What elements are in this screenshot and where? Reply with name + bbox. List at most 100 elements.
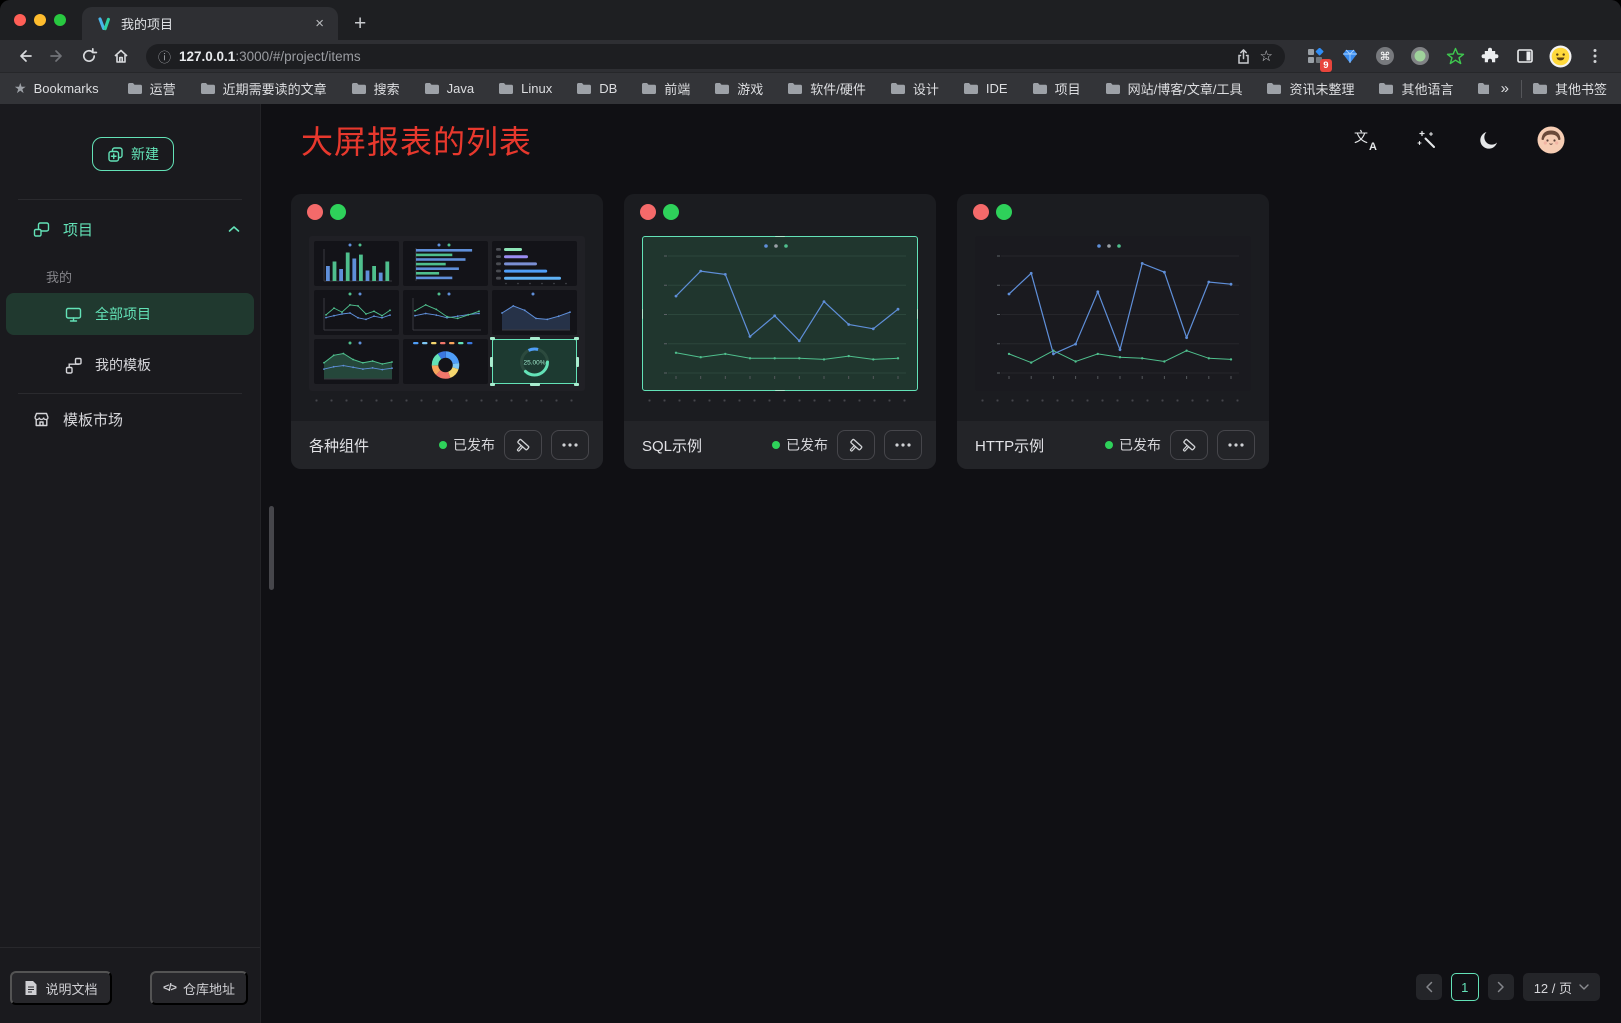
bookmark-folder[interactable]: DB (576, 81, 617, 96)
bookmark-folder[interactable]: Linux (498, 81, 552, 96)
reload-button[interactable] (74, 43, 104, 69)
repo-label: 仓库地址 (183, 979, 235, 998)
magic-wand-icon[interactable] (1413, 126, 1441, 154)
dark-mode-moon-icon[interactable] (1475, 126, 1503, 154)
header-actions: 文A (1351, 126, 1565, 154)
next-page-button[interactable] (1488, 974, 1514, 1000)
bookmark-folder[interactable]: 设计 (890, 79, 939, 98)
forward-button[interactable] (42, 43, 72, 69)
folder-icon (1378, 82, 1394, 95)
recorder-extension-icon[interactable] (1408, 44, 1432, 68)
project-card[interactable]: SQL示例 已发布 (624, 194, 936, 469)
back-button[interactable] (10, 43, 40, 69)
address-bar[interactable]: ⓘ 127.0.0.1:3000/#/project/items ☆ (146, 44, 1285, 69)
profile-avatar-icon[interactable] (1548, 44, 1572, 68)
bookmark-folder[interactable]: 资讯未整理 (1266, 79, 1354, 98)
bookmark-folder[interactable]: 前端 (641, 79, 690, 98)
card-traffic-dots (640, 204, 679, 220)
extensions-puzzle-icon[interactable] (1478, 44, 1502, 68)
edit-project-button[interactable] (837, 430, 875, 460)
bookmark-folder[interactable]: 搜索 (351, 79, 400, 98)
card-footer: SQL示例 已发布 (624, 421, 936, 469)
prev-page-button[interactable] (1416, 974, 1442, 1000)
projects-icon (32, 220, 51, 239)
card-footer: 各种组件 已发布 (291, 421, 603, 469)
project-thumbnail[interactable]: 25.00% (309, 236, 585, 391)
project-thumbnail[interactable] (975, 236, 1251, 391)
folder-icon (424, 82, 440, 95)
bookmark-folder[interactable]: 软件/硬件 (787, 79, 866, 98)
folder-icon (1266, 82, 1282, 95)
command-extension-icon[interactable]: ⌘ (1373, 44, 1397, 68)
sidebar-group-mine: 我的 (46, 265, 72, 287)
macos-minimize-button[interactable] (34, 14, 46, 26)
tab-manager-extension-icon[interactable]: 9 (1303, 44, 1327, 68)
green-star-extension-icon[interactable] (1443, 44, 1467, 68)
copy-plus-icon (107, 146, 124, 163)
browser-tab[interactable]: 我的项目 × (82, 7, 338, 40)
bookmark-folder[interactable]: 其他语言 (1378, 79, 1453, 98)
selection-handle (775, 236, 785, 237)
side-panel-icon[interactable] (1513, 44, 1537, 68)
repo-button[interactable]: </> 仓库地址 (150, 971, 248, 1005)
bookmark-folder[interactable]: Java (424, 81, 474, 96)
bookmark-star-icon[interactable]: ☆ (1260, 47, 1273, 65)
project-title: HTTP示例 (975, 435, 1096, 456)
new-project-button[interactable]: 新建 (92, 137, 174, 171)
folder-icon (787, 82, 803, 95)
bookmark-folder[interactable]: 游戏 (714, 79, 763, 98)
red-dot (640, 204, 656, 220)
green-dot (330, 204, 346, 220)
mini-chart-donut (403, 339, 488, 384)
sidebar-item-all-projects[interactable]: 全部项目 (6, 293, 254, 335)
macos-zoom-button[interactable] (54, 14, 66, 26)
main-content: 大屏报表的列表 文A (261, 104, 1621, 1023)
mini-chart-line (314, 290, 399, 335)
project-card[interactable]: HTTP示例 已发布 (957, 194, 1269, 469)
bookmark-folder[interactable]: 网站/博客/文章/工具 (1105, 79, 1243, 98)
bookmark-folder[interactable]: 运营 (127, 79, 176, 98)
mini-chart-area (492, 290, 577, 335)
bookmark-folder[interactable]: PHP (1477, 81, 1488, 96)
gem-extension-icon[interactable] (1338, 44, 1362, 68)
docs-button[interactable]: 说明文档 (10, 971, 112, 1005)
bookmarks-label: Bookmarks (34, 81, 99, 96)
edit-project-button[interactable] (504, 430, 542, 460)
share-icon[interactable] (1235, 48, 1252, 65)
chevron-up-icon[interactable] (228, 225, 240, 233)
bookmark-folder-label: 项目 (1055, 79, 1081, 98)
chrome-menu-icon[interactable] (1583, 44, 1607, 68)
macos-close-button[interactable] (14, 14, 26, 26)
bookmark-folder[interactable]: 项目 (1032, 79, 1081, 98)
project-card[interactable]: 25.00% 各种组件 已发布 (291, 194, 603, 469)
more-actions-button[interactable] (1217, 430, 1255, 460)
bookmarks-root[interactable]: ★ Bookmarks (14, 80, 99, 97)
language-toggle-icon[interactable]: 文A (1351, 126, 1379, 154)
publish-status: 已发布 (772, 435, 828, 455)
more-actions-button[interactable] (551, 430, 589, 460)
more-actions-button[interactable] (884, 430, 922, 460)
bookmark-folder[interactable]: IDE (963, 81, 1008, 96)
sidebar-item-template-market[interactable]: 模板市场 (32, 401, 123, 437)
chevron-right-icon (1497, 981, 1505, 993)
new-tab-button[interactable]: + (354, 13, 366, 34)
tab-close-icon[interactable]: × (311, 15, 328, 32)
card-traffic-dots (973, 204, 1012, 220)
other-bookmarks[interactable]: 其他书签 (1532, 79, 1607, 98)
bookmarks-overflow-chevron[interactable]: » (1499, 80, 1511, 97)
page-size-select[interactable]: 12 / 页 (1523, 973, 1600, 1001)
bookmark-folder[interactable]: 近期需要读的文章 (200, 79, 327, 98)
sidebar-item-projects[interactable]: 项目 (32, 213, 93, 245)
sidebar: 新建 项目 我的 全部项目 (0, 104, 261, 1023)
project-thumbnail[interactable] (642, 236, 918, 391)
sidebar-item-my-templates[interactable]: 我的模板 (64, 347, 151, 383)
url-text[interactable]: 127.0.0.1:3000/#/project/items (179, 49, 1227, 64)
page-info-icon[interactable]: ⓘ (158, 47, 171, 66)
current-page-button[interactable]: 1 (1451, 973, 1479, 1001)
card-traffic-dots (307, 204, 346, 220)
extensions-area: 9 ⌘ (1295, 44, 1611, 68)
user-avatar[interactable] (1537, 126, 1565, 154)
home-button[interactable] (106, 43, 136, 69)
scrollbar-thumb[interactable] (269, 506, 274, 590)
edit-project-button[interactable] (1170, 430, 1208, 460)
